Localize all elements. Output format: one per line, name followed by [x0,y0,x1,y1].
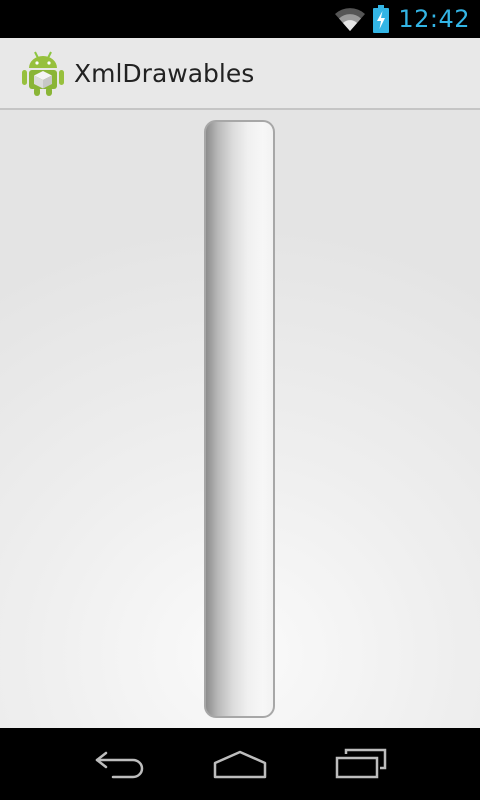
status-clock: 12:42 [398,5,470,33]
status-bar: 12:42 [0,0,480,38]
app-title: XmlDrawables [74,58,255,88]
recent-apps-icon [335,748,387,779]
device-screen: 12:42 XmlDrawables [0,0,480,800]
back-button[interactable] [70,728,170,800]
navigation-bar [0,728,480,800]
recent-apps-button[interactable] [311,728,411,800]
content-area [0,110,480,728]
action-bar: XmlDrawables [0,38,480,110]
android-app-icon[interactable] [21,49,65,97]
battery-charging-icon [373,5,390,33]
back-icon [95,751,144,779]
home-button[interactable] [190,728,290,800]
gradient-bar-shape [204,120,275,718]
home-icon [213,750,267,779]
wifi-icon [335,8,366,32]
